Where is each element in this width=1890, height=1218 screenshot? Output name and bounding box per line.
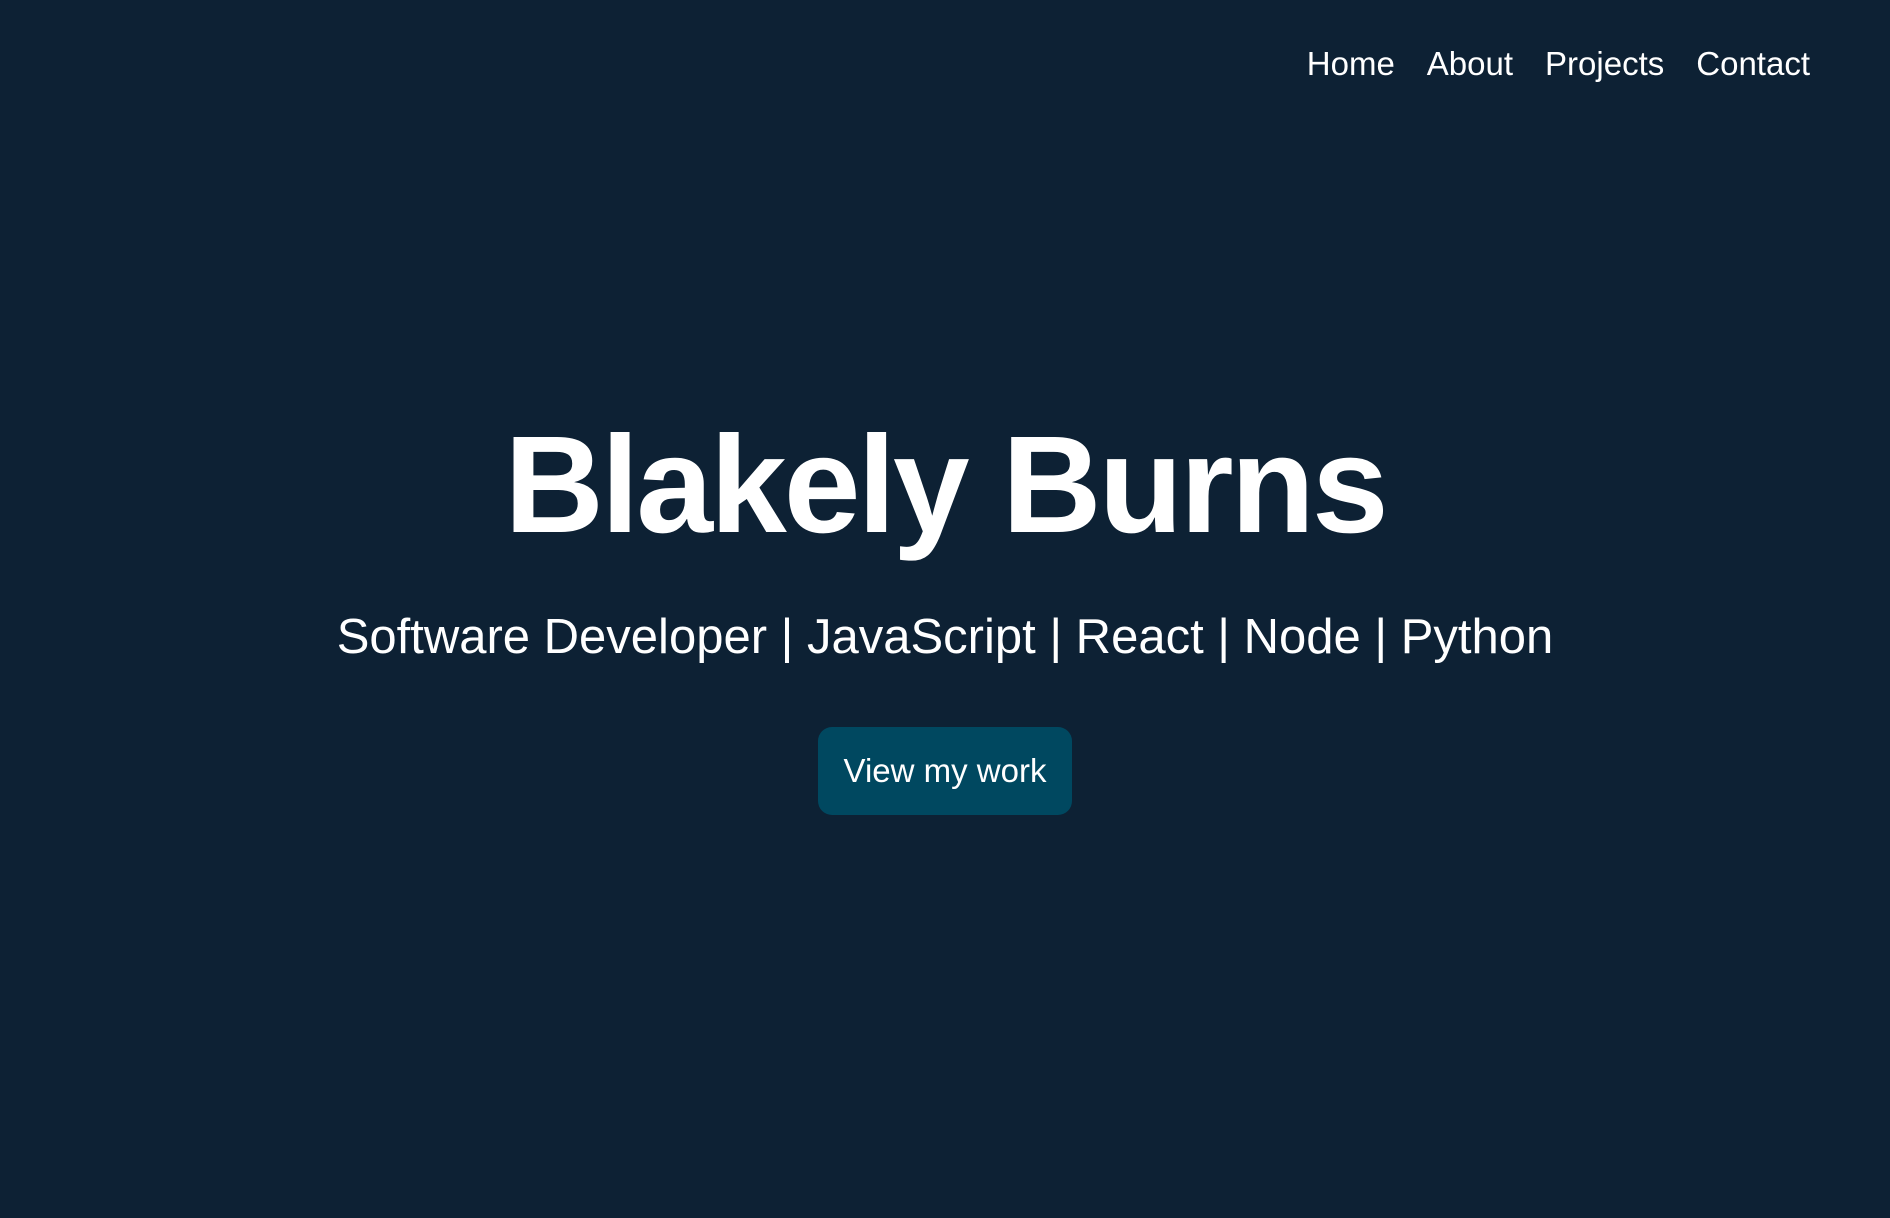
hero-section: Blakely Burns Software Developer | JavaS… (0, 405, 1890, 815)
hero-title: Blakely Burns (504, 408, 1388, 562)
hero-actions: View my work (0, 727, 1890, 815)
nav-link-contact[interactable]: Contact (1696, 42, 1810, 86)
hero-subtitle: Software Developer | JavaScript | React … (336, 610, 1554, 664)
portfolio-page: Home About Projects Contact Blakely Burn… (0, 0, 1890, 1218)
nav-link-about[interactable]: About (1427, 42, 1513, 86)
nav-link-home[interactable]: Home (1307, 42, 1395, 86)
view-my-work-button[interactable]: View my work (817, 727, 1073, 815)
top-navigation: Home About Projects Contact (1307, 42, 1810, 86)
nav-link-projects[interactable]: Projects (1545, 42, 1664, 86)
